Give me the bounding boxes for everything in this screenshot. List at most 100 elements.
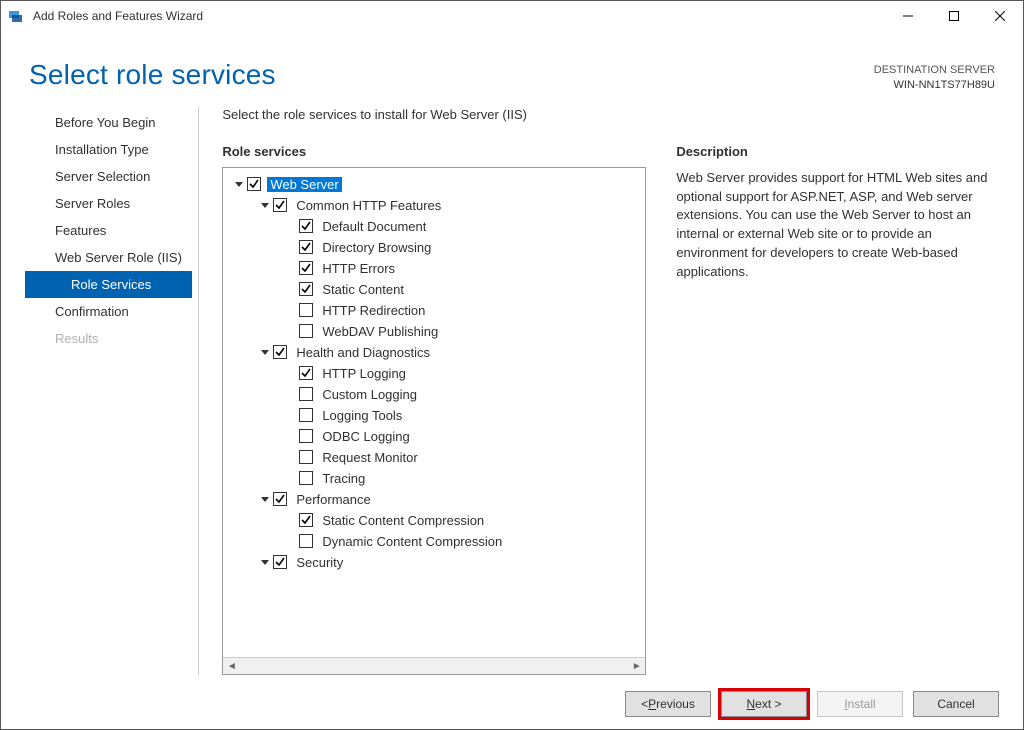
tree-checkbox[interactable] (299, 240, 313, 254)
nav-item-features[interactable]: Features (25, 217, 192, 244)
expander-placeholder (285, 367, 297, 379)
tree-node[interactable]: Custom Logging (227, 384, 641, 405)
tree-checkbox[interactable] (299, 408, 313, 422)
expander-placeholder (285, 283, 297, 295)
tree-node[interactable]: WebDAV Publishing (227, 321, 641, 342)
tree-checkbox[interactable] (299, 534, 313, 548)
nav-item-confirmation[interactable]: Confirmation (25, 298, 192, 325)
tree-node-label[interactable]: Security (293, 555, 346, 570)
tree-node-label[interactable]: HTTP Errors (319, 261, 398, 276)
tree-node[interactable]: ODBC Logging (227, 426, 641, 447)
tree-checkbox[interactable] (273, 492, 287, 506)
tree-node[interactable]: Security (227, 552, 641, 573)
tree-checkbox[interactable] (299, 324, 313, 338)
destination-server-name: WIN-NN1TS77H89U (874, 78, 995, 93)
tree-node-label[interactable]: Custom Logging (319, 387, 420, 402)
close-button[interactable] (977, 1, 1023, 31)
expander-placeholder (285, 262, 297, 274)
expander-expanded-icon[interactable] (233, 178, 245, 190)
footer-buttons: < Previous Next > Install Cancel (1, 681, 1023, 729)
tree-node-label[interactable]: Static Content Compression (319, 513, 487, 528)
nav-item-role-services[interactable]: Role Services (25, 271, 192, 298)
tree-checkbox[interactable] (247, 177, 261, 191)
tree-checkbox[interactable] (299, 219, 313, 233)
tree-node[interactable]: Web Server (227, 174, 641, 195)
tree-node[interactable]: Common HTTP Features (227, 195, 641, 216)
nav-item-installation-type[interactable]: Installation Type (25, 136, 192, 163)
tree-node[interactable]: Logging Tools (227, 405, 641, 426)
tree-checkbox[interactable] (299, 261, 313, 275)
tree-node-label[interactable]: Static Content (319, 282, 407, 297)
role-services-tree-box: Web Server Common HTTP Features Default Do… (222, 167, 646, 675)
tree-node-label[interactable]: HTTP Redirection (319, 303, 428, 318)
tree-node[interactable]: Default Document (227, 216, 641, 237)
tree-checkbox[interactable] (299, 450, 313, 464)
tree-checkbox[interactable] (299, 429, 313, 443)
tree-node-label[interactable]: Directory Browsing (319, 240, 434, 255)
tree-checkbox[interactable] (299, 366, 313, 380)
previous-button[interactable]: < Previous (625, 691, 711, 717)
tree-node-label[interactable]: WebDAV Publishing (319, 324, 441, 339)
tree-node[interactable]: HTTP Redirection (227, 300, 641, 321)
tree-checkbox[interactable] (299, 387, 313, 401)
destination-block: DESTINATION SERVER WIN-NN1TS77H89U (874, 59, 995, 93)
expander-expanded-icon[interactable] (259, 556, 271, 568)
body-row: Before You BeginInstallation TypeServer … (25, 107, 999, 675)
tree-checkbox[interactable] (273, 198, 287, 212)
cancel-button[interactable]: Cancel (913, 691, 999, 717)
nav-item-results: Results (25, 325, 192, 352)
tree-node[interactable]: Health and Diagnostics (227, 342, 641, 363)
role-services-label: Role services (222, 144, 646, 159)
tree-node[interactable]: Dynamic Content Compression (227, 531, 641, 552)
tree-node-label[interactable]: Tracing (319, 471, 368, 486)
nav-item-server-roles[interactable]: Server Roles (25, 190, 192, 217)
tree-node[interactable]: Request Monitor (227, 447, 641, 468)
minimize-button[interactable] (885, 1, 931, 31)
tree-node[interactable]: Tracing (227, 468, 641, 489)
tree-checkbox[interactable] (299, 282, 313, 296)
expander-placeholder (285, 409, 297, 421)
header-row: Select role services DESTINATION SERVER … (25, 31, 999, 97)
page-title: Select role services (29, 59, 276, 91)
tree-node[interactable]: HTTP Logging (227, 363, 641, 384)
nav-item-before-you-begin[interactable]: Before You Begin (25, 109, 192, 136)
expander-placeholder (285, 430, 297, 442)
horizontal-scrollbar[interactable]: ◄ ► (223, 657, 645, 674)
tree-node-label[interactable]: Web Server (267, 177, 341, 192)
expander-expanded-icon[interactable] (259, 493, 271, 505)
wizard-nav: Before You BeginInstallation TypeServer … (25, 107, 192, 675)
tree-node-label[interactable]: Logging Tools (319, 408, 405, 423)
scroll-right-icon[interactable]: ► (628, 658, 645, 675)
tree-checkbox[interactable] (273, 555, 287, 569)
maximize-button[interactable] (931, 1, 977, 31)
expander-placeholder (285, 241, 297, 253)
role-services-column: Role services Web Server Common HTTP Feat… (222, 144, 646, 675)
tree-node-label[interactable]: Performance (293, 492, 373, 507)
scroll-left-icon[interactable]: ◄ (223, 658, 240, 675)
nav-item-web-server-role-iis[interactable]: Web Server Role (IIS) (25, 244, 192, 271)
tree-node-label[interactable]: Common HTTP Features (293, 198, 444, 213)
tree-node-label[interactable]: HTTP Logging (319, 366, 409, 381)
tree-node-label[interactable]: ODBC Logging (319, 429, 412, 444)
tree-node[interactable]: Directory Browsing (227, 237, 641, 258)
tree-checkbox[interactable] (299, 513, 313, 527)
role-services-tree[interactable]: Web Server Common HTTP Features Default Do… (223, 168, 645, 657)
nav-item-server-selection[interactable]: Server Selection (25, 163, 192, 190)
tree-node-label[interactable]: Request Monitor (319, 450, 420, 465)
main-panel: Select the role services to install for … (198, 107, 999, 675)
tree-checkbox[interactable] (273, 345, 287, 359)
tree-node[interactable]: Static Content Compression (227, 510, 641, 531)
tree-node-label[interactable]: Health and Diagnostics (293, 345, 433, 360)
tree-node-label[interactable]: Dynamic Content Compression (319, 534, 505, 549)
tree-node[interactable]: Static Content (227, 279, 641, 300)
tree-node[interactable]: Performance (227, 489, 641, 510)
expander-expanded-icon[interactable] (259, 346, 271, 358)
tree-node-label[interactable]: Default Document (319, 219, 429, 234)
next-button[interactable]: Next > (721, 691, 807, 717)
tree-checkbox[interactable] (299, 471, 313, 485)
tree-checkbox[interactable] (299, 303, 313, 317)
tree-node[interactable]: HTTP Errors (227, 258, 641, 279)
expander-expanded-icon[interactable] (259, 199, 271, 211)
content-area: Select role services DESTINATION SERVER … (1, 31, 1023, 681)
expander-placeholder (285, 535, 297, 547)
